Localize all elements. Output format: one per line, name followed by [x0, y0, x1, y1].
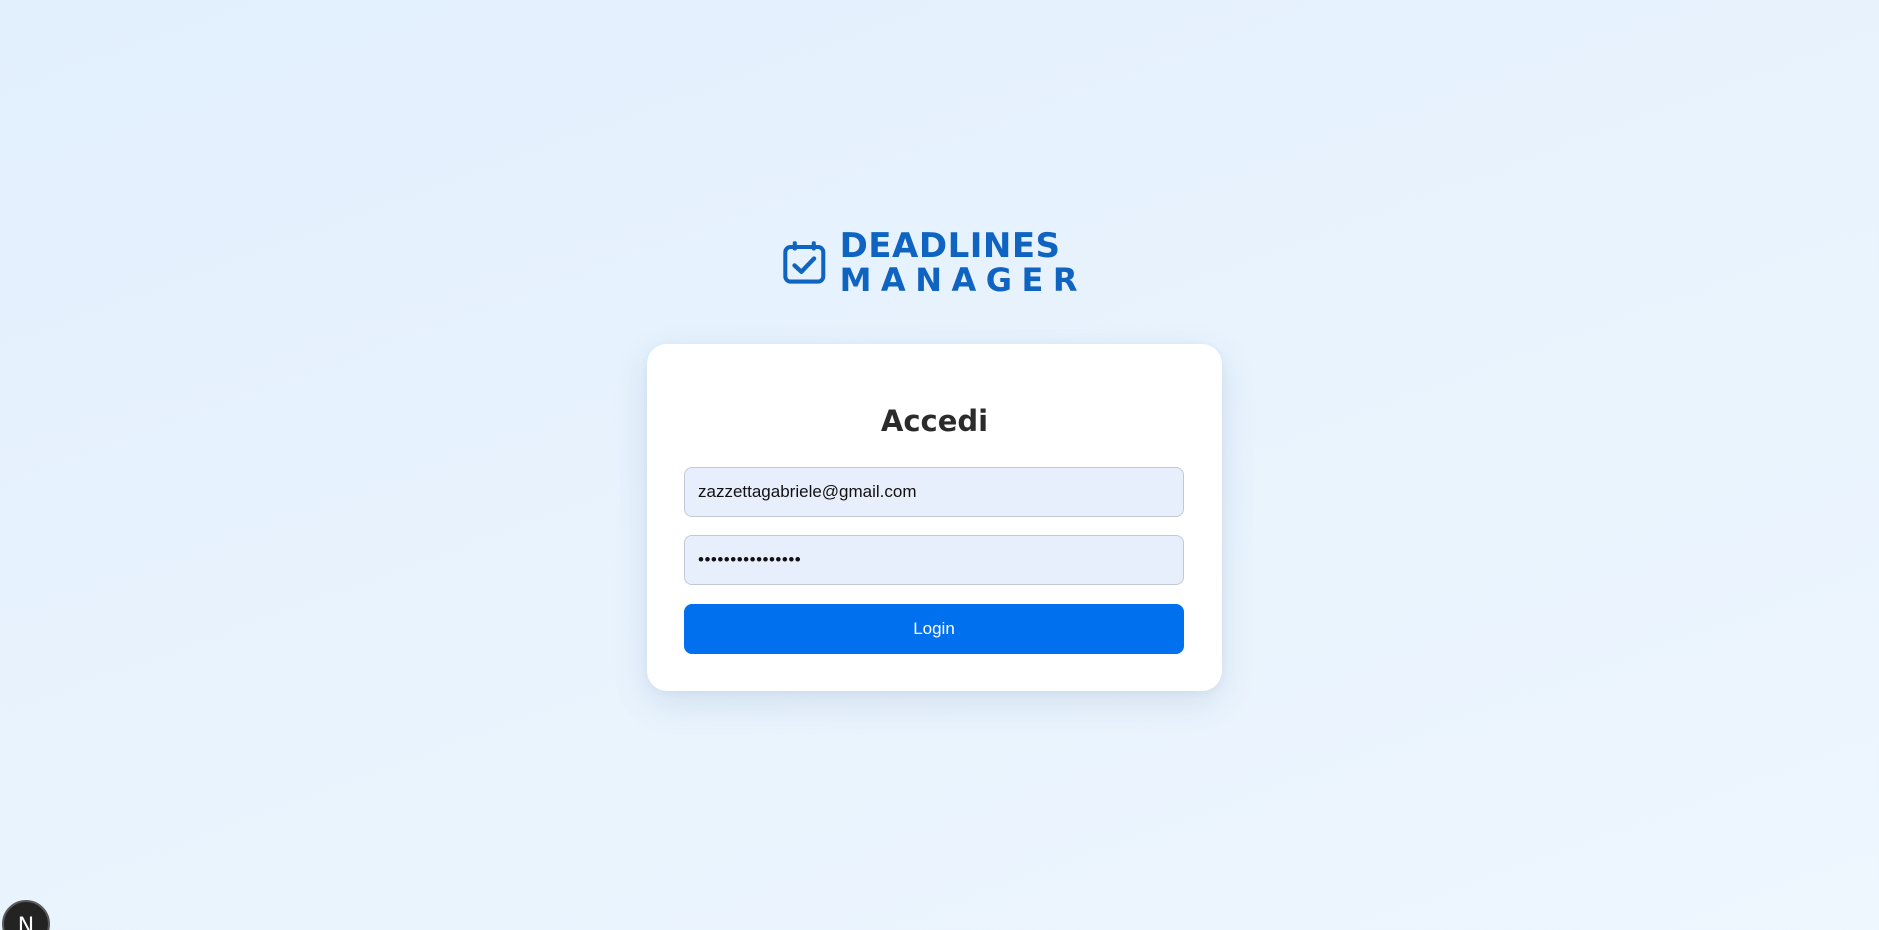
password-field[interactable]	[684, 535, 1184, 585]
dev-indicator-button[interactable]: N	[2, 900, 50, 930]
login-card: Accedi Login	[647, 344, 1222, 691]
logo-wordmark: DEADLINES MANAGER	[840, 229, 1087, 296]
dev-indicator-label: N	[17, 914, 35, 930]
email-field[interactable]	[684, 467, 1184, 517]
app-logo: DEADLINES MANAGER	[783, 224, 1087, 300]
logo-line-1: DEADLINES	[839, 225, 1061, 266]
login-button[interactable]: Login	[684, 604, 1184, 654]
calendar-check-icon	[783, 241, 826, 284]
page-title: Accedi	[880, 404, 989, 438]
logo-line-2: MANAGER	[839, 260, 1087, 299]
